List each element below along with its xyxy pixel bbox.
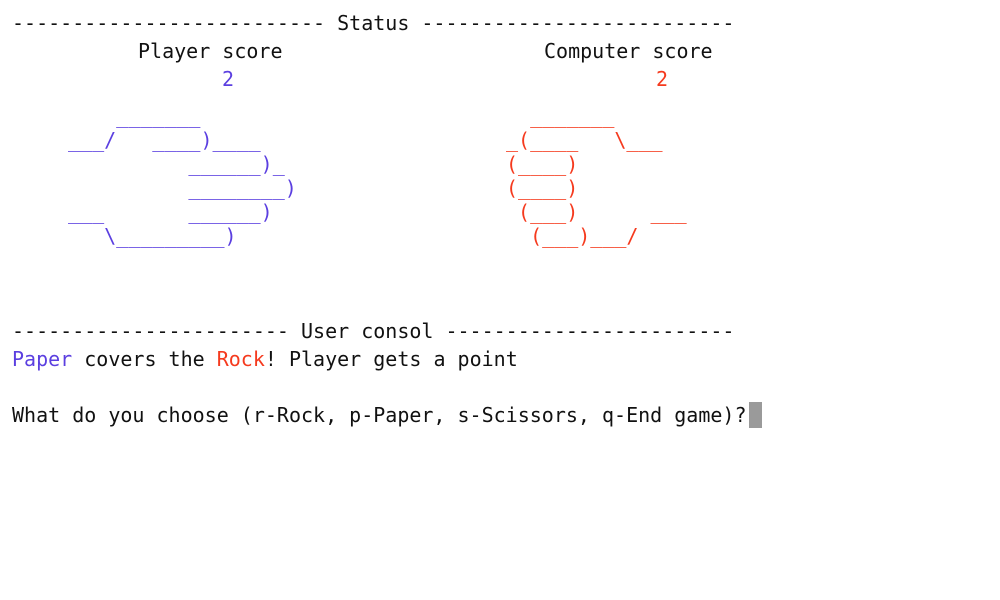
player-hand-paper-art: _______ ___/ ____)____ ______)_ ________… xyxy=(68,104,297,248)
result-outcome-text: ! Player gets a point xyxy=(264,347,518,371)
choice-prompt: What do you choose (r-Rock, p-Paper, s-S… xyxy=(12,403,747,427)
result-computer-choice: Rock xyxy=(216,347,265,371)
player-score-value: 2 xyxy=(222,67,235,91)
text-cursor[interactable] xyxy=(748,402,762,428)
computer-hand-rock-art: _______ _(____ \___ (____) (____) (___) … xyxy=(506,104,687,248)
player-score-label: Player score xyxy=(138,39,283,63)
user-console-header-divider: ----------------------- User consol ----… xyxy=(12,319,735,343)
round-result-message: Paper covers the Rock! Player gets a poi… xyxy=(12,345,518,373)
result-player-choice: Paper xyxy=(12,347,73,371)
computer-score-label: Computer score xyxy=(544,39,713,63)
status-header-divider: -------------------------- Status ------… xyxy=(12,11,735,35)
result-middle-text: covers the xyxy=(72,347,217,371)
input-prompt-line[interactable]: What do you choose (r-Rock, p-Paper, s-S… xyxy=(12,401,762,429)
computer-score-value: 2 xyxy=(656,67,669,91)
